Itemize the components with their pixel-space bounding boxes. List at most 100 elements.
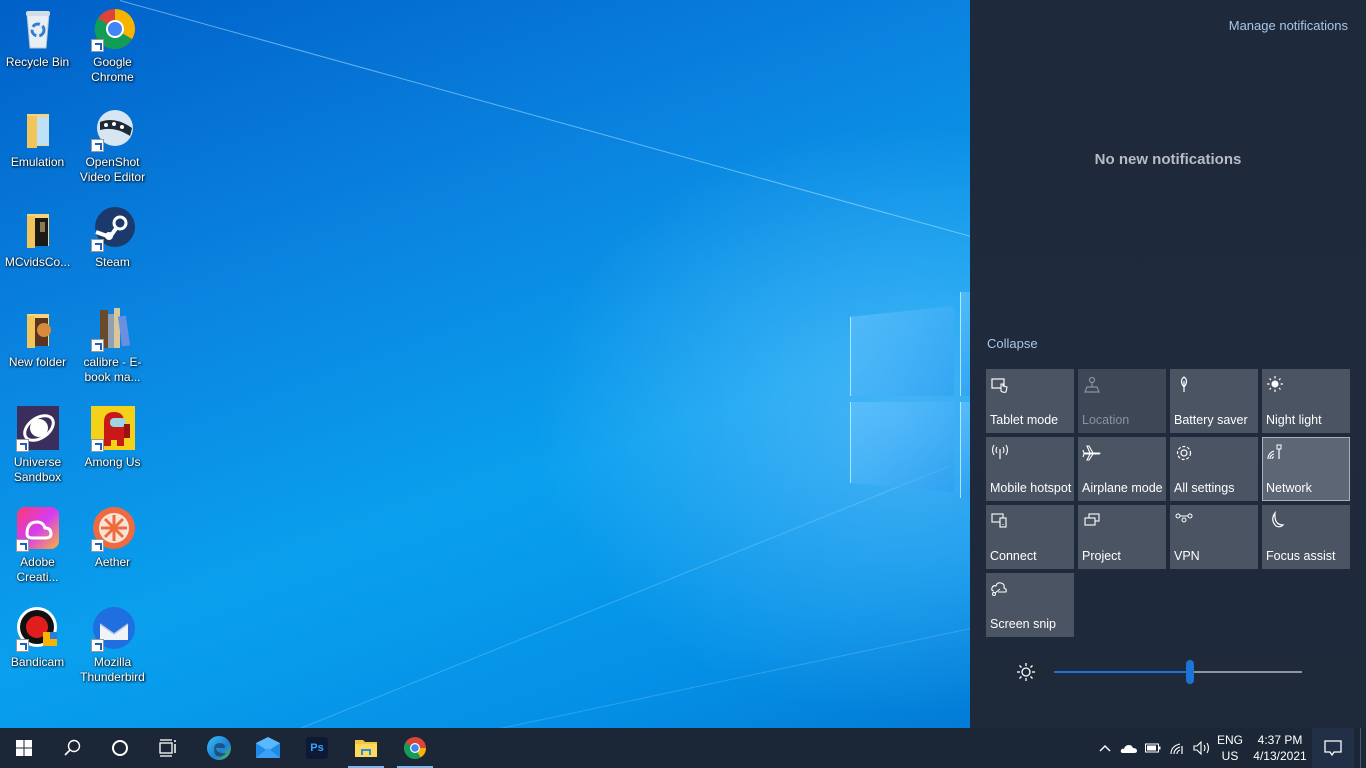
wallpaper-light-beam (119, 0, 1046, 258)
task-view-button[interactable] (144, 728, 192, 768)
speaker-icon (1193, 741, 1210, 755)
desktop-icon-universe-sandbox[interactable]: Universe Sandbox (0, 400, 75, 485)
tile-connect[interactable]: Connect (986, 505, 1074, 569)
collapse-quick-actions-link[interactable]: Collapse (987, 336, 1038, 351)
calibre-icon (90, 306, 136, 352)
brightness-icon (1017, 663, 1035, 681)
action-center-panel: Manage notifications No new notification… (970, 0, 1366, 728)
desktop-icon-openshot[interactable]: OpenShot Video Editor (75, 100, 150, 185)
language-label: ENG (1216, 733, 1243, 747)
tile-night-light[interactable]: Night light (1262, 369, 1350, 433)
taskbar-mail[interactable] (244, 728, 292, 768)
chrome-icon (404, 737, 426, 759)
battery-icon (1145, 743, 1161, 753)
taskbar-edge[interactable] (195, 728, 243, 768)
mobile-hotspot-icon (991, 444, 1009, 459)
adobe-cc-icon (15, 506, 61, 552)
network-icon (1170, 743, 1183, 755)
desktop-icon-adobe-creative-cloud[interactable]: Adobe Creati... (0, 500, 75, 585)
location-icon (1084, 376, 1100, 393)
tile-all-settings[interactable]: All settings (1170, 437, 1258, 501)
edge-icon (207, 736, 231, 760)
tray-input-language[interactable]: ENG US (1214, 728, 1246, 768)
bandicam-icon (15, 606, 61, 652)
moon-icon (1272, 511, 1285, 528)
search-button[interactable] (48, 728, 96, 768)
aether-icon (90, 506, 136, 552)
airplane-icon (1082, 445, 1101, 461)
start-button[interactable] (0, 728, 48, 768)
folder-icon (15, 106, 61, 152)
desktop-icon-recycle-bin[interactable]: Recycle Bin (0, 0, 75, 70)
brightness-control (986, 655, 1350, 689)
taskbar: Ps ENG US 4:37 PM 4/13/2021 (0, 728, 1366, 768)
desktop-icon-google-chrome[interactable]: Google Chrome (75, 0, 150, 85)
onedrive-cloud-icon (1120, 744, 1137, 753)
tile-airplane-mode[interactable]: Airplane mode (1078, 437, 1166, 501)
tray-volume[interactable] (1190, 728, 1214, 768)
tray-onedrive[interactable] (1117, 728, 1141, 768)
manage-notifications-link[interactable]: Manage notifications (1229, 18, 1348, 33)
tile-focus-assist[interactable]: Focus assist (1262, 505, 1350, 569)
cortana-icon (112, 740, 128, 756)
desktop-icon-bandicam[interactable]: Bandicam (0, 600, 75, 670)
tile-location[interactable]: Location (1078, 369, 1166, 433)
action-center-button[interactable] (1312, 728, 1354, 768)
desktop-icon-aether[interactable]: Aether (75, 500, 150, 570)
tray-network[interactable] (1166, 728, 1190, 768)
tile-vpn[interactable]: VPN (1170, 505, 1258, 569)
openshot-icon (90, 106, 136, 152)
battery-saver-icon (1180, 376, 1188, 392)
cortana-button[interactable] (96, 728, 144, 768)
screen-snip-icon (991, 582, 1007, 596)
chrome-icon (90, 6, 136, 52)
taskbar-file-explorer[interactable] (342, 728, 390, 768)
tile-network[interactable]: Network (1262, 437, 1350, 501)
gear-icon (1176, 445, 1192, 461)
empty-notifications-message: No new notifications (1094, 151, 1242, 168)
night-light-icon (1267, 376, 1283, 392)
vpn-icon (1175, 513, 1193, 523)
tile-battery-saver[interactable]: Battery saver (1170, 369, 1258, 433)
wallpaper-light-beam (300, 465, 950, 728)
tile-tablet-mode[interactable]: Tablet mode (986, 369, 1074, 433)
show-hidden-icons-button[interactable] (1094, 728, 1116, 768)
project-icon (1084, 513, 1100, 526)
desktop-icon-emulation[interactable]: Emulation (0, 100, 75, 170)
folder-icon (15, 306, 61, 352)
network-icon (1267, 444, 1282, 460)
tray-battery[interactable] (1142, 728, 1164, 768)
desktop-icon-steam[interactable]: Steam (75, 200, 150, 270)
desktop-icon-new-folder[interactable]: New folder (0, 300, 75, 370)
photoshop-icon: Ps (306, 737, 328, 759)
keyboard-layout-label: US (1221, 749, 1239, 763)
tile-mobile-hotspot[interactable]: Mobile hotspot (986, 437, 1074, 501)
desktop-icon-calibre[interactable]: calibre - E-book ma... (75, 300, 150, 385)
brightness-slider-thumb[interactable] (1186, 660, 1195, 684)
brightness-slider-fill (1054, 671, 1191, 673)
desktop-icon-among-us[interactable]: Among Us (75, 400, 150, 470)
mail-icon (256, 737, 280, 758)
folder-icon (15, 206, 61, 252)
tablet-mode-icon (991, 378, 1008, 393)
tile-screen-snip[interactable]: Screen snip (986, 573, 1074, 637)
universe-sandbox-icon (15, 406, 61, 452)
taskbar-chrome[interactable] (391, 728, 439, 768)
taskbar-photoshop[interactable]: Ps (293, 728, 341, 768)
desktop-icon-thunderbird[interactable]: Mozilla Thunderbird (75, 600, 150, 685)
tray-clock[interactable]: 4:37 PM 4/13/2021 (1250, 728, 1310, 768)
steam-icon (90, 206, 136, 252)
windows-logo-icon (16, 740, 32, 756)
clock-time: 4:37 PM (1257, 733, 1303, 747)
task-view-icon (159, 739, 176, 757)
tile-project[interactable]: Project (1078, 505, 1166, 569)
among-us-icon (90, 406, 136, 452)
recycle-bin-icon (15, 6, 61, 52)
brightness-slider[interactable] (1054, 660, 1302, 684)
file-explorer-icon (355, 740, 377, 757)
search-icon (64, 739, 81, 756)
desktop-icon-mcvidsco[interactable]: MCvidsCo... (0, 200, 75, 270)
chevron-up-icon (1099, 745, 1111, 752)
notification-icon (1324, 740, 1342, 756)
show-desktop-button[interactable] (1360, 728, 1366, 768)
